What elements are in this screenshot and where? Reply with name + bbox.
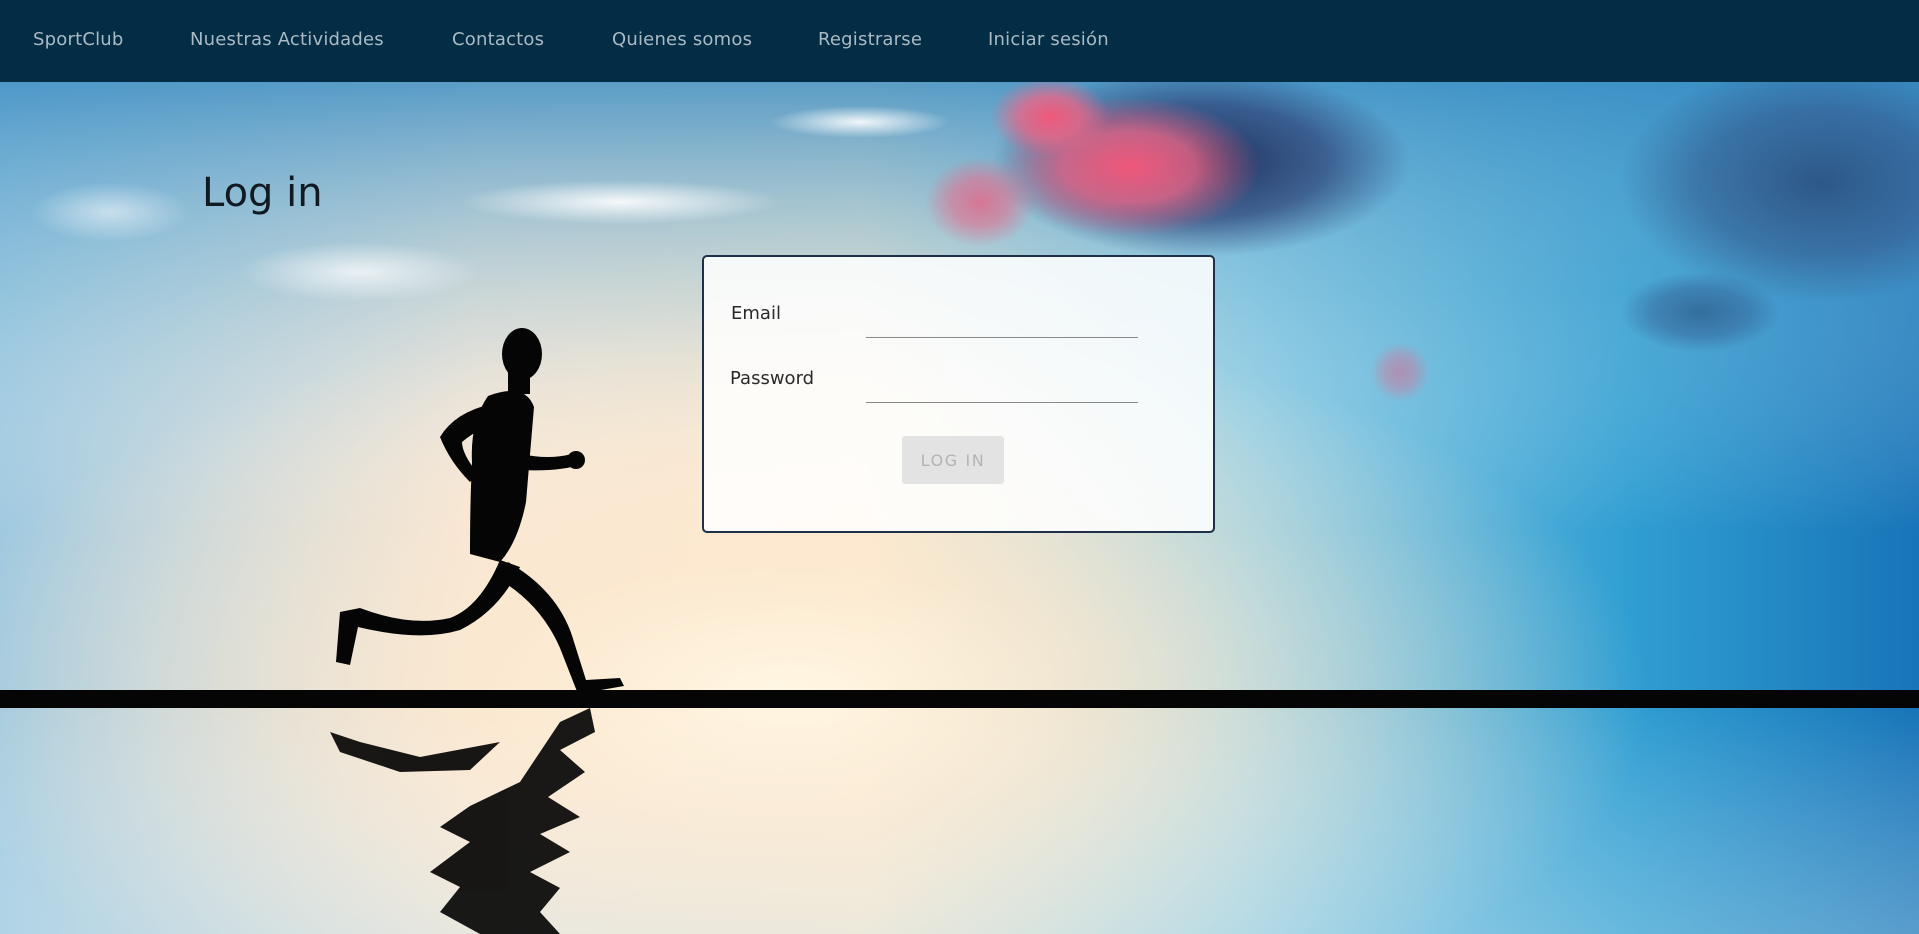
nav-item-quienes-somos[interactable]: Quienes somos <box>612 29 752 50</box>
password-field[interactable] <box>866 373 1138 403</box>
top-navbar: SportClub Nuestras Actividades Contactos… <box>0 0 1919 82</box>
nav-item-registrarse[interactable]: Registrarse <box>818 29 922 50</box>
email-field[interactable] <box>866 308 1138 338</box>
nav-item-actividades[interactable]: Nuestras Actividades <box>190 29 384 50</box>
nav-item-iniciar-sesion[interactable]: Iniciar sesión <box>988 29 1109 50</box>
page: SportClub Nuestras Actividades Contactos… <box>0 0 1919 934</box>
password-label: Password <box>730 368 815 389</box>
nav-brand-link[interactable]: SportClub <box>33 29 124 50</box>
page-title: Log in <box>202 170 323 216</box>
login-button[interactable]: LOG IN <box>902 436 1004 484</box>
email-label: Email <box>731 303 781 324</box>
login-card: Email Password LOG IN <box>702 255 1215 533</box>
nav-item-contactos[interactable]: Contactos <box>452 29 544 50</box>
